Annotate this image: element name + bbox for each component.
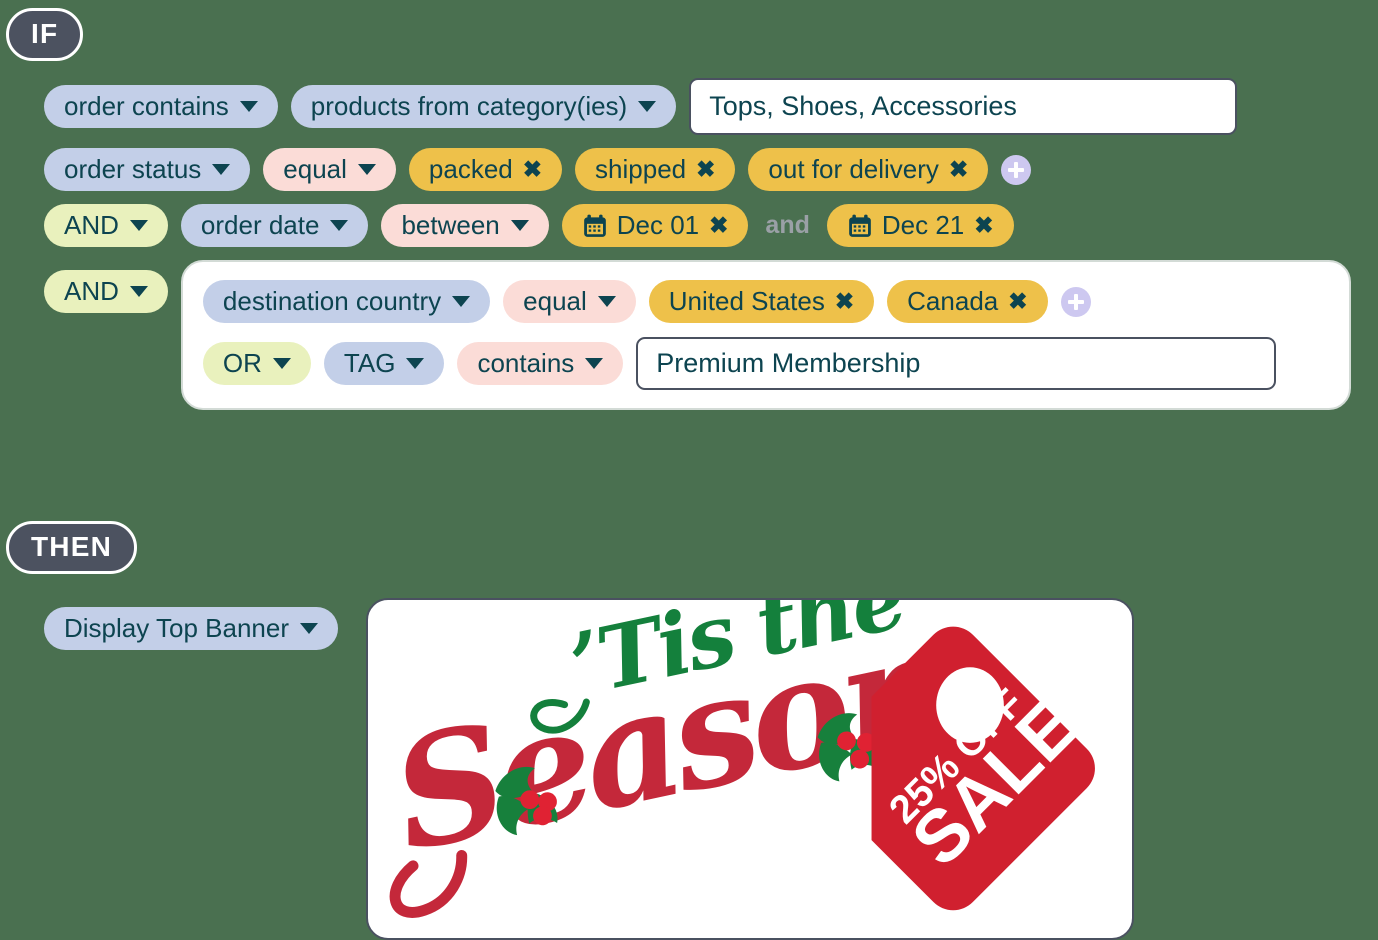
field-label: order contains — [64, 90, 229, 121]
chevron-down-icon — [272, 358, 291, 370]
logic-label: OR — [222, 348, 262, 379]
field-label: order status — [64, 154, 202, 184]
category-value-text: Tops, Shoes, Accessories — [709, 91, 1017, 121]
operator-select-contains[interactable]: contains — [457, 342, 624, 386]
field-label: order date — [200, 210, 320, 241]
field-label: destination country — [222, 286, 442, 317]
close-x-icon[interactable]: ✖ — [1008, 290, 1027, 313]
condition-row-1: order contains products from category(ie… — [44, 78, 1351, 135]
chevron-down-icon — [597, 296, 616, 308]
operator-label: equal — [283, 154, 347, 184]
chevron-down-icon — [638, 100, 657, 112]
value-tag-label: packed — [428, 154, 513, 184]
value-tag-packed[interactable]: packed ✖ — [408, 148, 563, 192]
action-row: Display Top Banner ’Tis the Season 25% O… — [44, 598, 1134, 940]
qualifier-select-product-category[interactable]: products from category(ies) — [290, 84, 677, 129]
chevron-down-icon — [452, 296, 471, 308]
value-tag-shipped[interactable]: shipped ✖ — [575, 148, 736, 192]
date-from-label: Dec 01 — [616, 210, 700, 241]
field-select-order-status[interactable]: order status — [44, 148, 251, 192]
action-select-display-top-banner[interactable]: Display Top Banner — [44, 607, 338, 651]
close-x-icon[interactable]: ✖ — [949, 158, 968, 181]
date-chip-from[interactable]: Dec 01 ✖ — [561, 204, 749, 248]
value-tag-label: out for delivery — [768, 154, 939, 184]
group-condition-row-2: OR TAG contains Premium Membership — [202, 337, 1329, 391]
condition-row-2: order status equal packed ✖ shipped ✖ ou… — [44, 148, 1351, 192]
calendar-icon — [847, 213, 873, 239]
then-badge: THEN — [6, 521, 138, 574]
condition-row-3: AND order date between Dec 01 ✖ and Dec … — [44, 204, 1351, 248]
chevron-down-icon — [406, 358, 425, 370]
operator-label: equal — [523, 286, 587, 317]
banner-preview-card[interactable]: ’Tis the Season 25% OFF SALE — [366, 598, 1134, 940]
action-label: Display Top Banner — [64, 613, 289, 643]
close-x-icon[interactable]: ✖ — [835, 290, 854, 313]
qualifier-label: products from category(ies) — [310, 90, 628, 121]
chevron-down-icon — [330, 220, 349, 232]
chevron-down-icon — [129, 220, 148, 232]
close-x-icon[interactable]: ✖ — [974, 214, 993, 237]
field-select-destination-country[interactable]: destination country — [202, 280, 491, 324]
value-tag-label: Canada — [907, 286, 999, 317]
operator-label: contains — [477, 348, 575, 379]
field-select-order-contains[interactable]: order contains — [44, 84, 278, 129]
operator-select-equal[interactable]: equal — [503, 280, 636, 324]
condition-row-4: AND destination country equal United Sta… — [44, 260, 1351, 411]
operator-label: between — [401, 210, 500, 241]
value-tag-out-for-delivery[interactable]: out for delivery ✖ — [748, 148, 989, 192]
chevron-down-icon — [585, 358, 604, 370]
logic-select-and[interactable]: AND — [44, 204, 168, 248]
close-x-icon[interactable]: ✖ — [709, 214, 728, 237]
date-to-label: Dec 21 — [881, 210, 965, 241]
chevron-down-icon — [357, 164, 376, 176]
plus-circle-icon[interactable] — [1060, 286, 1091, 317]
category-value-input[interactable]: Tops, Shoes, Accessories — [689, 78, 1238, 135]
operator-select-equal[interactable]: equal — [263, 148, 396, 192]
calendar-icon — [582, 213, 608, 239]
chevron-down-icon — [129, 286, 148, 298]
close-x-icon[interactable]: ✖ — [523, 158, 542, 181]
field-label: TAG — [343, 348, 396, 379]
close-x-icon[interactable]: ✖ — [696, 158, 715, 181]
group-condition-row-1: destination country equal United States … — [202, 280, 1329, 324]
logic-label: AND — [64, 210, 119, 241]
tag-value-text: Premium Membership — [656, 348, 921, 379]
banner-artwork: ’Tis the Season 25% OFF SALE — [378, 600, 1095, 918]
field-select-tag[interactable]: TAG — [323, 342, 445, 386]
value-tag-united-states[interactable]: United States ✖ — [648, 280, 875, 324]
and-joiner-text: and — [765, 211, 810, 240]
date-chip-to[interactable]: Dec 21 ✖ — [826, 204, 1014, 248]
value-tag-label: United States — [668, 286, 825, 317]
chevron-down-icon — [510, 220, 529, 232]
value-tag-label: shipped — [595, 154, 687, 184]
chevron-down-icon — [300, 623, 318, 635]
logic-label: AND — [64, 276, 119, 307]
if-badge: IF — [6, 8, 84, 61]
operator-select-between[interactable]: between — [381, 204, 549, 248]
tag-value-input[interactable]: Premium Membership — [636, 337, 1277, 391]
condition-rows: order contains products from category(ie… — [44, 78, 1351, 411]
chevron-down-icon — [212, 164, 231, 176]
value-tag-canada[interactable]: Canada ✖ — [887, 280, 1048, 324]
field-select-order-date[interactable]: order date — [180, 204, 369, 248]
logic-select-or[interactable]: OR — [202, 342, 311, 386]
nested-condition-group: destination country equal United States … — [180, 260, 1351, 411]
chevron-down-icon — [239, 100, 258, 112]
plus-circle-icon[interactable] — [1001, 154, 1032, 185]
logic-select-and-group[interactable]: AND — [44, 270, 168, 314]
